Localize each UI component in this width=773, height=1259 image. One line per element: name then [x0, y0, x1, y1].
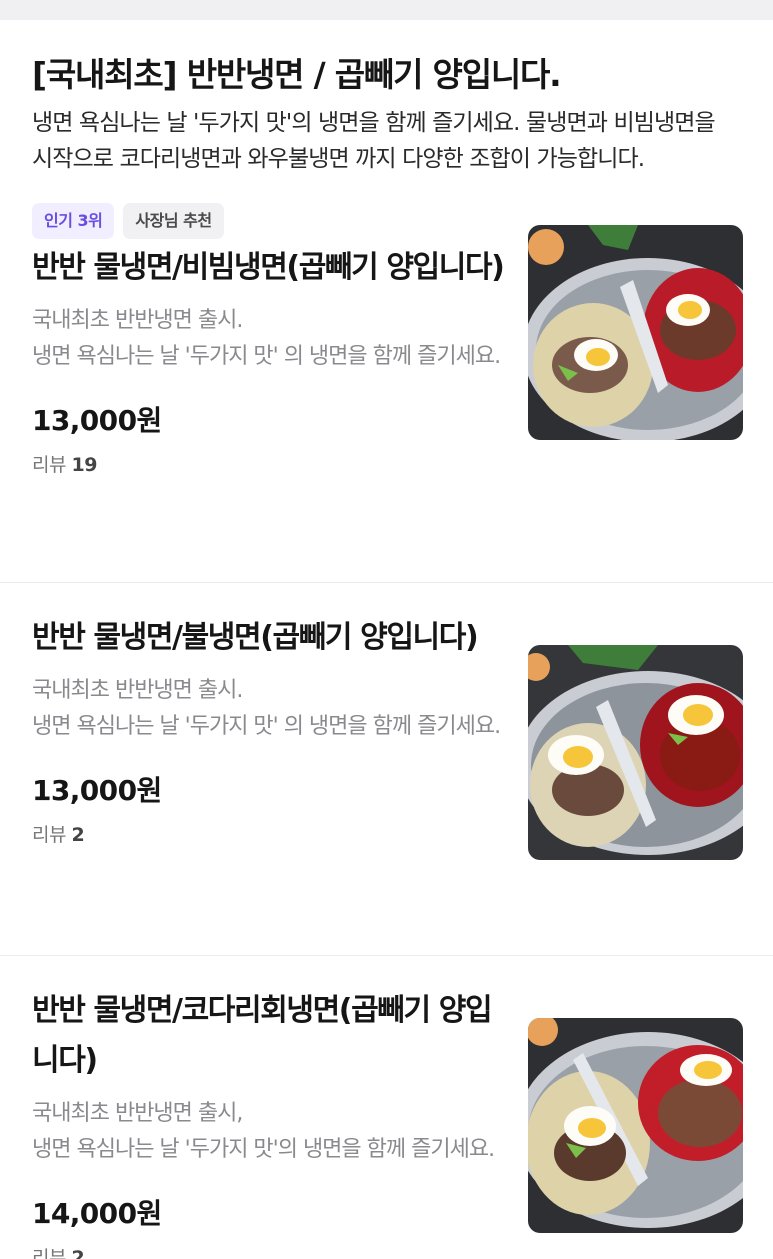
menu-item-name: 반반 물냉면/코다리회냉면(곱빼기 양입니다): [32, 993, 493, 1078]
menu-item-banban-mul-bibim[interactable]: 인기 3위 사장님 추천 반반 물냉면/비빔냉면(곱빼기 양입니다) 국내최초 …: [0, 203, 773, 583]
menu-item-review: 리뷰 19: [32, 451, 507, 479]
menu-item-text: 인기 3위 사장님 추천 반반 물냉면/비빔냉면(곱빼기 양입니다) 국내최초 …: [32, 203, 507, 479]
section-title: [국내최초] 반반냉면 / 곱빼기 양입니다.: [32, 55, 562, 94]
menu-item-price: 14,000원: [32, 1197, 162, 1230]
section-description: 냉면 욕심나는 날 '두가지 맛'의 냉면을 함께 즐기세요. 물냉면과 비빔냉…: [32, 110, 716, 172]
top-divider-bar: [0, 0, 773, 20]
menu-item-banban-mul-bul[interactable]: 반반 물냉면/불냉면(곱빼기 양입니다) 국내최초 반반냉면 출시. 냉면 욕심…: [0, 613, 773, 956]
menu-item-description-line2: 냉면 욕심나는 날 '두가지 맛' 의 냉면을 함께 즐기세요.: [32, 714, 501, 739]
menu-item-price: 13,000원: [32, 774, 162, 807]
popular-rank-badge: 인기 3위: [32, 203, 115, 239]
naengmyeon-photo: [528, 1018, 743, 1233]
menu-item-review: 리뷰 2: [32, 1244, 507, 1259]
menu-item-description-line1: 국내최초 반반냉면 출시,: [32, 1101, 243, 1126]
menu-item-banban-mul-codari[interactable]: 반반 물냉면/코다리회냉면(곱빼기 양입니다) 국내최초 반반냉면 출시, 냉면…: [0, 986, 773, 1259]
badge-group: 인기 3위 사장님 추천: [32, 203, 507, 239]
menu-item-photo[interactable]: [528, 1018, 743, 1233]
menu-item-photo[interactable]: [528, 645, 743, 860]
naengmyeon-photo: [528, 645, 743, 860]
owner-recommend-badge: 사장님 추천: [123, 203, 224, 239]
menu-item-description-line1: 국내최초 반반냉면 출시.: [32, 678, 243, 703]
review-label: 리뷰: [32, 454, 72, 476]
review-label: 리뷰: [32, 1247, 72, 1259]
menu-item-review: 리뷰 2: [32, 821, 507, 849]
menu-item-text: 반반 물냉면/코다리회냉면(곱빼기 양입니다) 국내최초 반반냉면 출시, 냉면…: [32, 986, 507, 1259]
review-count: 2: [71, 1247, 85, 1259]
menu-section-header: [국내최초] 반반냉면 / 곱빼기 양입니다. 냉면 욕심나는 날 '두가지 맛…: [0, 53, 773, 177]
menu-item-name: 반반 물냉면/불냉면(곱빼기 양입니다): [32, 620, 479, 655]
menu-item-price: 13,000원: [32, 404, 162, 437]
review-label: 리뷰: [32, 824, 72, 846]
menu-item-description-line2: 냉면 욕심나는 날 '두가지 맛'의 냉면을 함께 즐기세요.: [32, 1137, 495, 1162]
menu-item-description-line1: 국내최초 반반냉면 출시.: [32, 308, 243, 333]
naengmyeon-photo: [528, 225, 743, 440]
menu-item-name: 반반 물냉면/비빔냉면(곱빼기 양입니다): [32, 250, 505, 285]
menu-item-description-line2: 냉면 욕심나는 날 '두가지 맛' 의 냉면을 함께 즐기세요.: [32, 344, 501, 369]
review-count: 19: [71, 454, 98, 476]
review-count: 2: [71, 824, 85, 846]
menu-item-photo[interactable]: [528, 225, 743, 440]
menu-item-text: 반반 물냉면/불냉면(곱빼기 양입니다) 국내최초 반반냉면 출시. 냉면 욕심…: [32, 613, 507, 849]
